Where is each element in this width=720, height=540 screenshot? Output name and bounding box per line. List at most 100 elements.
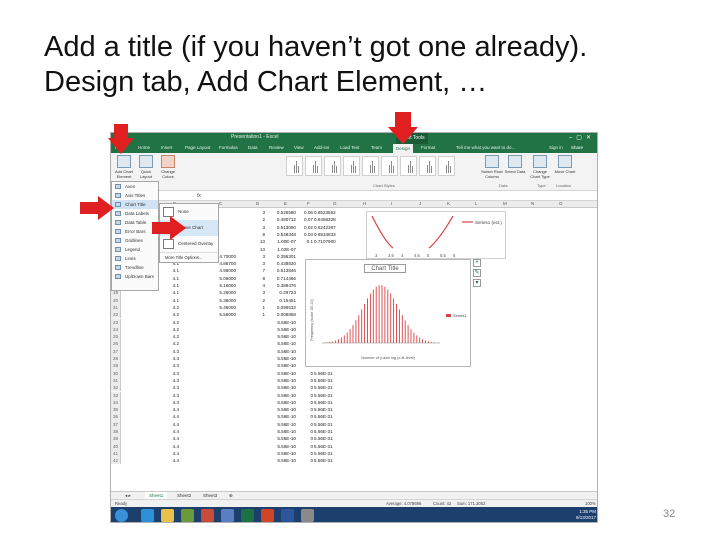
- cell-c[interactable]: 13: [243, 238, 265, 245]
- column-header[interactable]: G: [333, 201, 337, 206]
- row-number[interactable]: 35: [111, 406, 121, 414]
- cell-d[interactable]: 5.56E-10: [266, 319, 296, 326]
- row-number[interactable]: 31: [111, 376, 121, 385]
- chart-style-3[interactable]: [324, 156, 341, 176]
- app-icon[interactable]: [301, 509, 314, 522]
- chart-elements-plus-icon[interactable]: +: [473, 259, 481, 267]
- cell-d[interactable]: 0.613846: [266, 267, 296, 274]
- cell-b[interactable]: 5.06000: [196, 275, 236, 282]
- cell-a[interactable]: 4.1: [159, 282, 179, 289]
- excel-icon[interactable]: [241, 509, 254, 522]
- tab-add-ins[interactable]: Add-ins: [314, 145, 329, 150]
- chart-style-8[interactable]: [419, 156, 436, 176]
- cell-d[interactable]: 5.56E-10: [266, 450, 296, 457]
- cell-e[interactable]: 0: [299, 413, 313, 420]
- column-header[interactable]: H: [363, 201, 366, 206]
- cell-a[interactable]: 4.4: [159, 443, 179, 450]
- tab-data[interactable]: Data: [248, 145, 258, 150]
- cell-a[interactable]: 4.4: [159, 406, 179, 413]
- row-number[interactable]: 24: [111, 325, 121, 334]
- cell-f[interactable]: 5.56E-31: [314, 435, 348, 442]
- cell-e[interactable]: 0: [299, 443, 313, 450]
- menu-item-chart-title[interactable]: Chart Title: [112, 200, 158, 209]
- cell-f[interactable]: 0.6458328: [314, 216, 348, 223]
- cell-a[interactable]: 4.2: [159, 319, 179, 326]
- app-icon[interactable]: [201, 509, 214, 522]
- row-number[interactable]: 26: [111, 340, 121, 348]
- cell-c[interactable]: 3: [243, 209, 265, 216]
- cell-f[interactable]: 0.6534833: [314, 231, 348, 238]
- change-colors-button[interactable]: Change Colors: [157, 155, 179, 185]
- row-number[interactable]: 30: [111, 369, 121, 377]
- cell-e[interactable]: 0: [299, 450, 313, 457]
- cell-a[interactable]: 4.2: [159, 333, 179, 340]
- column-header[interactable]: N: [531, 201, 534, 206]
- chart-style-9[interactable]: [438, 156, 455, 176]
- row-number[interactable]: 34: [111, 398, 121, 407]
- column-header[interactable]: M: [503, 201, 507, 206]
- column-header[interactable]: E: [284, 201, 287, 206]
- cell-c[interactable]: 2: [243, 297, 265, 304]
- column-header[interactable]: I: [391, 201, 392, 206]
- tab-formulas[interactable]: Formulas: [219, 145, 238, 150]
- tab-design[interactable]: Design: [393, 144, 414, 153]
- tab-format[interactable]: Format: [421, 145, 435, 150]
- cell-d[interactable]: 0.526580: [266, 209, 296, 216]
- cell-a[interactable]: 4.4: [159, 413, 179, 420]
- cell-d[interactable]: 5.56E-10: [266, 370, 296, 377]
- cell-a[interactable]: 4.3: [159, 362, 179, 369]
- cell-c[interactable]: 9: [243, 231, 265, 238]
- chart-style-1[interactable]: [286, 156, 303, 176]
- chart-styles-gallery[interactable]: [286, 156, 476, 178]
- cell-c[interactable]: 1: [243, 311, 265, 318]
- cell-e[interactable]: 0: [299, 399, 313, 406]
- row-number[interactable]: 40: [111, 442, 121, 450]
- menu-item-axes[interactable]: Axes: [112, 182, 158, 191]
- cell-a[interactable]: 4.4: [159, 435, 179, 442]
- cell-f[interactable]: 5.56E-31: [314, 413, 348, 420]
- column-header[interactable]: K: [447, 201, 450, 206]
- cell-a[interactable]: 4.2: [159, 340, 179, 347]
- formula-bar[interactable]: fx: [111, 191, 597, 201]
- more-title-options-link[interactable]: More Title Options...: [160, 252, 218, 263]
- cell-a[interactable]: 4.3: [159, 377, 179, 384]
- cell-c[interactable]: 3: [243, 260, 265, 267]
- cell-f[interactable]: 5.56E-31: [314, 421, 348, 428]
- cell-d[interactable]: 5.56E-10: [266, 362, 296, 369]
- table-row[interactable]: 40 4.4 5.56E-10 0 5.56E-31: [111, 442, 597, 450]
- table-row[interactable]: 36 4.4 5.56E-10 0 5.56E-31: [111, 413, 597, 421]
- cell-a[interactable]: 4.2: [159, 326, 179, 333]
- sign-in-link[interactable]: Sign in: [549, 145, 563, 150]
- share-button[interactable]: Share: [571, 145, 583, 150]
- cell-e[interactable]: 0.03: [299, 231, 313, 238]
- chart-style-2[interactable]: [305, 156, 322, 176]
- cell-a[interactable]: 4.4: [159, 450, 179, 457]
- cell-a[interactable]: 4.3: [159, 355, 179, 362]
- word-icon[interactable]: [281, 509, 294, 522]
- row-number[interactable]: 41: [111, 449, 121, 458]
- cell-c[interactable]: 4: [243, 282, 265, 289]
- tab-home[interactable]: Home: [138, 145, 150, 150]
- file-explorer-icon[interactable]: [161, 509, 174, 522]
- cell-c[interactable]: 2: [243, 216, 265, 223]
- cell-d[interactable]: 1.00E-07: [266, 238, 296, 245]
- cell-d[interactable]: 0.008858: [266, 311, 296, 318]
- menu-item-legend[interactable]: Legend: [112, 245, 158, 254]
- cell-f[interactable]: 0.7107900: [314, 238, 348, 245]
- cell-b[interactable]: 5.16000: [196, 282, 236, 289]
- move-chart-button[interactable]: Move Chart: [554, 155, 576, 185]
- cell-d[interactable]: 5.56E-10: [266, 377, 296, 384]
- tab-page-layout[interactable]: Page Layout: [185, 145, 210, 150]
- cell-d[interactable]: 0.15451: [266, 297, 296, 304]
- cell-d[interactable]: 5.56E-10: [266, 428, 296, 435]
- outlook-icon[interactable]: [221, 509, 234, 522]
- chart-filters-icon[interactable]: ▾: [473, 279, 481, 287]
- table-row[interactable]: 32 4.3 5.56E-10 0 5.56E-31: [111, 384, 597, 392]
- row-number[interactable]: 36: [111, 413, 121, 421]
- cell-d[interactable]: 5.56E-10: [266, 384, 296, 391]
- cell-a[interactable]: 4.3: [159, 392, 179, 399]
- cell-e[interactable]: 0: [299, 384, 313, 391]
- row-number[interactable]: 39: [111, 435, 121, 443]
- cell-c[interactable]: 8: [243, 275, 265, 282]
- cell-e[interactable]: 0: [299, 457, 313, 464]
